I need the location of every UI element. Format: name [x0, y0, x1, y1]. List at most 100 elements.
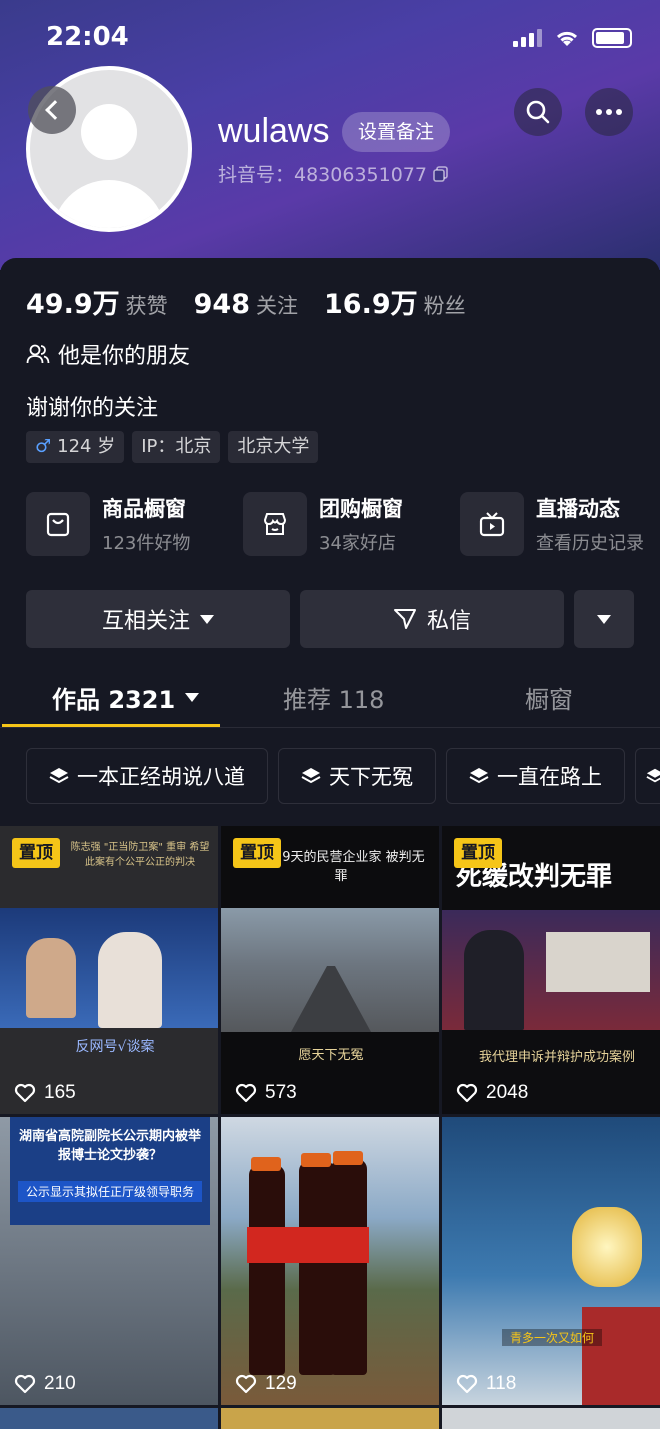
- username: wulaws: [218, 112, 330, 150]
- followers-label[interactable]: 粉丝: [424, 290, 466, 320]
- pinned-badge: 置顶: [454, 838, 502, 868]
- profile-bio: 谢谢你的关注: [26, 396, 159, 421]
- like-count-value: 2048: [486, 1082, 529, 1103]
- following-label[interactable]: 关注: [256, 290, 298, 320]
- message-button[interactable]: 私信: [300, 590, 564, 648]
- back-button[interactable]: [28, 86, 76, 134]
- set-remark-button[interactable]: 设置备注: [342, 112, 451, 152]
- collection-chip[interactable]: 天下无冤: [278, 748, 436, 804]
- collection-label: 天下无冤: [329, 765, 413, 789]
- layers-icon: [646, 768, 660, 783]
- ip-tag: IP：北京: [132, 431, 221, 463]
- copy-icon[interactable]: [433, 165, 449, 182]
- person-figure: [26, 938, 76, 1018]
- group-buy-showcase-entry[interactable]: 团购橱窗 34家好店: [243, 492, 460, 556]
- more-icon: [596, 109, 622, 115]
- bag-icon: [26, 492, 90, 556]
- video-thumbnail[interactable]: 129: [221, 1117, 439, 1405]
- friend-text: 他是你的朋友: [58, 344, 191, 369]
- heart-icon: [235, 1374, 257, 1394]
- layers-icon: [469, 768, 489, 784]
- caret-down-icon: [200, 614, 214, 624]
- caret-down-icon: [597, 614, 611, 624]
- person-figure: [98, 932, 162, 1028]
- video-frame: [221, 908, 439, 1032]
- shop-title: 直播动态: [536, 497, 620, 521]
- bottle-shape: [249, 1165, 285, 1375]
- shop-entries: 商品橱窗 123件好物 团购橱窗 34家好店 直播动态 查看历史记录: [26, 492, 660, 556]
- lantern-figure: [572, 1207, 642, 1287]
- like-count-value: 118: [486, 1373, 517, 1394]
- profile-actions: 互相关注 私信: [26, 590, 634, 648]
- chevron-left-icon: [45, 100, 65, 120]
- bottle-shape: [331, 1159, 367, 1375]
- heart-icon: [14, 1374, 36, 1394]
- video-thumbnail[interactable]: [221, 1408, 439, 1429]
- school-tag[interactable]: 北京大学: [228, 431, 319, 463]
- like-count-value: 210: [44, 1373, 76, 1394]
- collection-chip[interactable]: [635, 748, 660, 804]
- pinned-badge: 置顶: [233, 838, 281, 868]
- likes-count: 49.9万: [26, 289, 120, 320]
- age-tag: ♂ 124 岁: [26, 431, 125, 463]
- video-caption: 陈志强 "正当防卫案" 重审 希望此案有个公平公正的判决: [70, 842, 210, 868]
- bottle-shape: [299, 1161, 335, 1375]
- like-count: 573: [235, 1082, 297, 1104]
- heart-icon: [456, 1083, 478, 1103]
- shop-subtitle: 123件好物: [102, 533, 191, 554]
- video-thumbnail[interactable]: 青多一次又如何 118: [442, 1117, 660, 1405]
- video-caption: 公示显示其拟任正厅级领导职务: [18, 1181, 202, 1202]
- bottle-cap: [251, 1157, 281, 1171]
- store-icon: [243, 492, 307, 556]
- video-frame: [0, 908, 218, 1028]
- video-caption: 青多一次又如何: [502, 1329, 602, 1346]
- person-figure: [464, 930, 524, 1030]
- more-actions-button[interactable]: [574, 590, 634, 648]
- more-button[interactable]: [585, 88, 633, 136]
- video-caption: 反网号√谈案: [75, 1039, 155, 1055]
- collection-label: 一直在路上: [497, 765, 602, 789]
- live-history-entry[interactable]: 直播动态 查看历史记录: [460, 492, 660, 556]
- like-count: 129: [235, 1373, 297, 1395]
- followers-count[interactable]: 16.9万: [324, 282, 418, 321]
- video-thumbnail[interactable]: 死缓改判无罪 我代理申诉并辩护成功案例 置顶 2048: [442, 826, 660, 1114]
- video-thumbnail[interactable]: 陈志强 "正当防卫案" 重审 希望此案有个公平公正的判决 反网号√谈案 置顶 1…: [0, 826, 218, 1114]
- following-count[interactable]: 948: [194, 289, 250, 320]
- status-icons: [513, 28, 632, 48]
- profile-tags: ♂ 124 岁 IP：北京 北京大学: [26, 431, 319, 463]
- tab-works-label: 作品 2321: [52, 686, 176, 714]
- douyin-id-text: 抖音号：48306351077: [218, 164, 427, 186]
- search-button[interactable]: [514, 88, 562, 136]
- mutual-follow-button[interactable]: 互相关注: [26, 590, 290, 648]
- video-thumbnail[interactable]: 1579天的民营企业家 被判无罪 愿天下无冤 置顶 573: [221, 826, 439, 1114]
- heart-icon: [456, 1374, 478, 1394]
- avatar-placeholder-body: [52, 180, 166, 228]
- like-count: 2048: [456, 1082, 528, 1104]
- building-shape: [582, 1307, 660, 1405]
- tab-showcase[interactable]: 橱窗: [525, 680, 573, 715]
- status-time: 22:04: [46, 22, 129, 52]
- like-count: 210: [14, 1373, 76, 1395]
- video-thumbnail[interactable]: [0, 1408, 218, 1429]
- tv-icon: [460, 492, 524, 556]
- shop-subtitle: 查看历史记录: [536, 533, 644, 554]
- tab-recommend[interactable]: 推荐 118: [283, 680, 384, 715]
- wifi-icon: [556, 31, 578, 46]
- collection-chip[interactable]: 一直在路上: [446, 748, 625, 804]
- product-showcase-entry[interactable]: 商品橱窗 123件好物: [26, 492, 243, 556]
- collection-chip[interactable]: 一本正经胡说八道: [26, 748, 268, 804]
- tab-works[interactable]: 作品 2321: [52, 680, 200, 715]
- search-icon: [526, 100, 550, 124]
- video-thumbnail[interactable]: [442, 1408, 660, 1429]
- content-tabs: 作品 2321 推荐 118 橱窗: [0, 668, 660, 728]
- like-count-value: 165: [44, 1082, 76, 1103]
- douyin-id[interactable]: 抖音号：48306351077: [218, 160, 449, 187]
- mutual-follow-label: 互相关注: [101, 609, 190, 634]
- video-thumbnail[interactable]: 湖南省高院副院长公示期内被举报博士论文抄袭？ 公示显示其拟任正厅级领导职务 21…: [0, 1117, 218, 1405]
- shop-subtitle: 34家好店: [319, 533, 396, 554]
- heart-icon: [14, 1083, 36, 1103]
- shop-title: 团购橱窗: [319, 497, 403, 521]
- video-caption: 我代理申诉并辩护成功案例: [478, 1050, 635, 1065]
- video-frame: [442, 910, 660, 1030]
- layers-icon: [301, 768, 321, 784]
